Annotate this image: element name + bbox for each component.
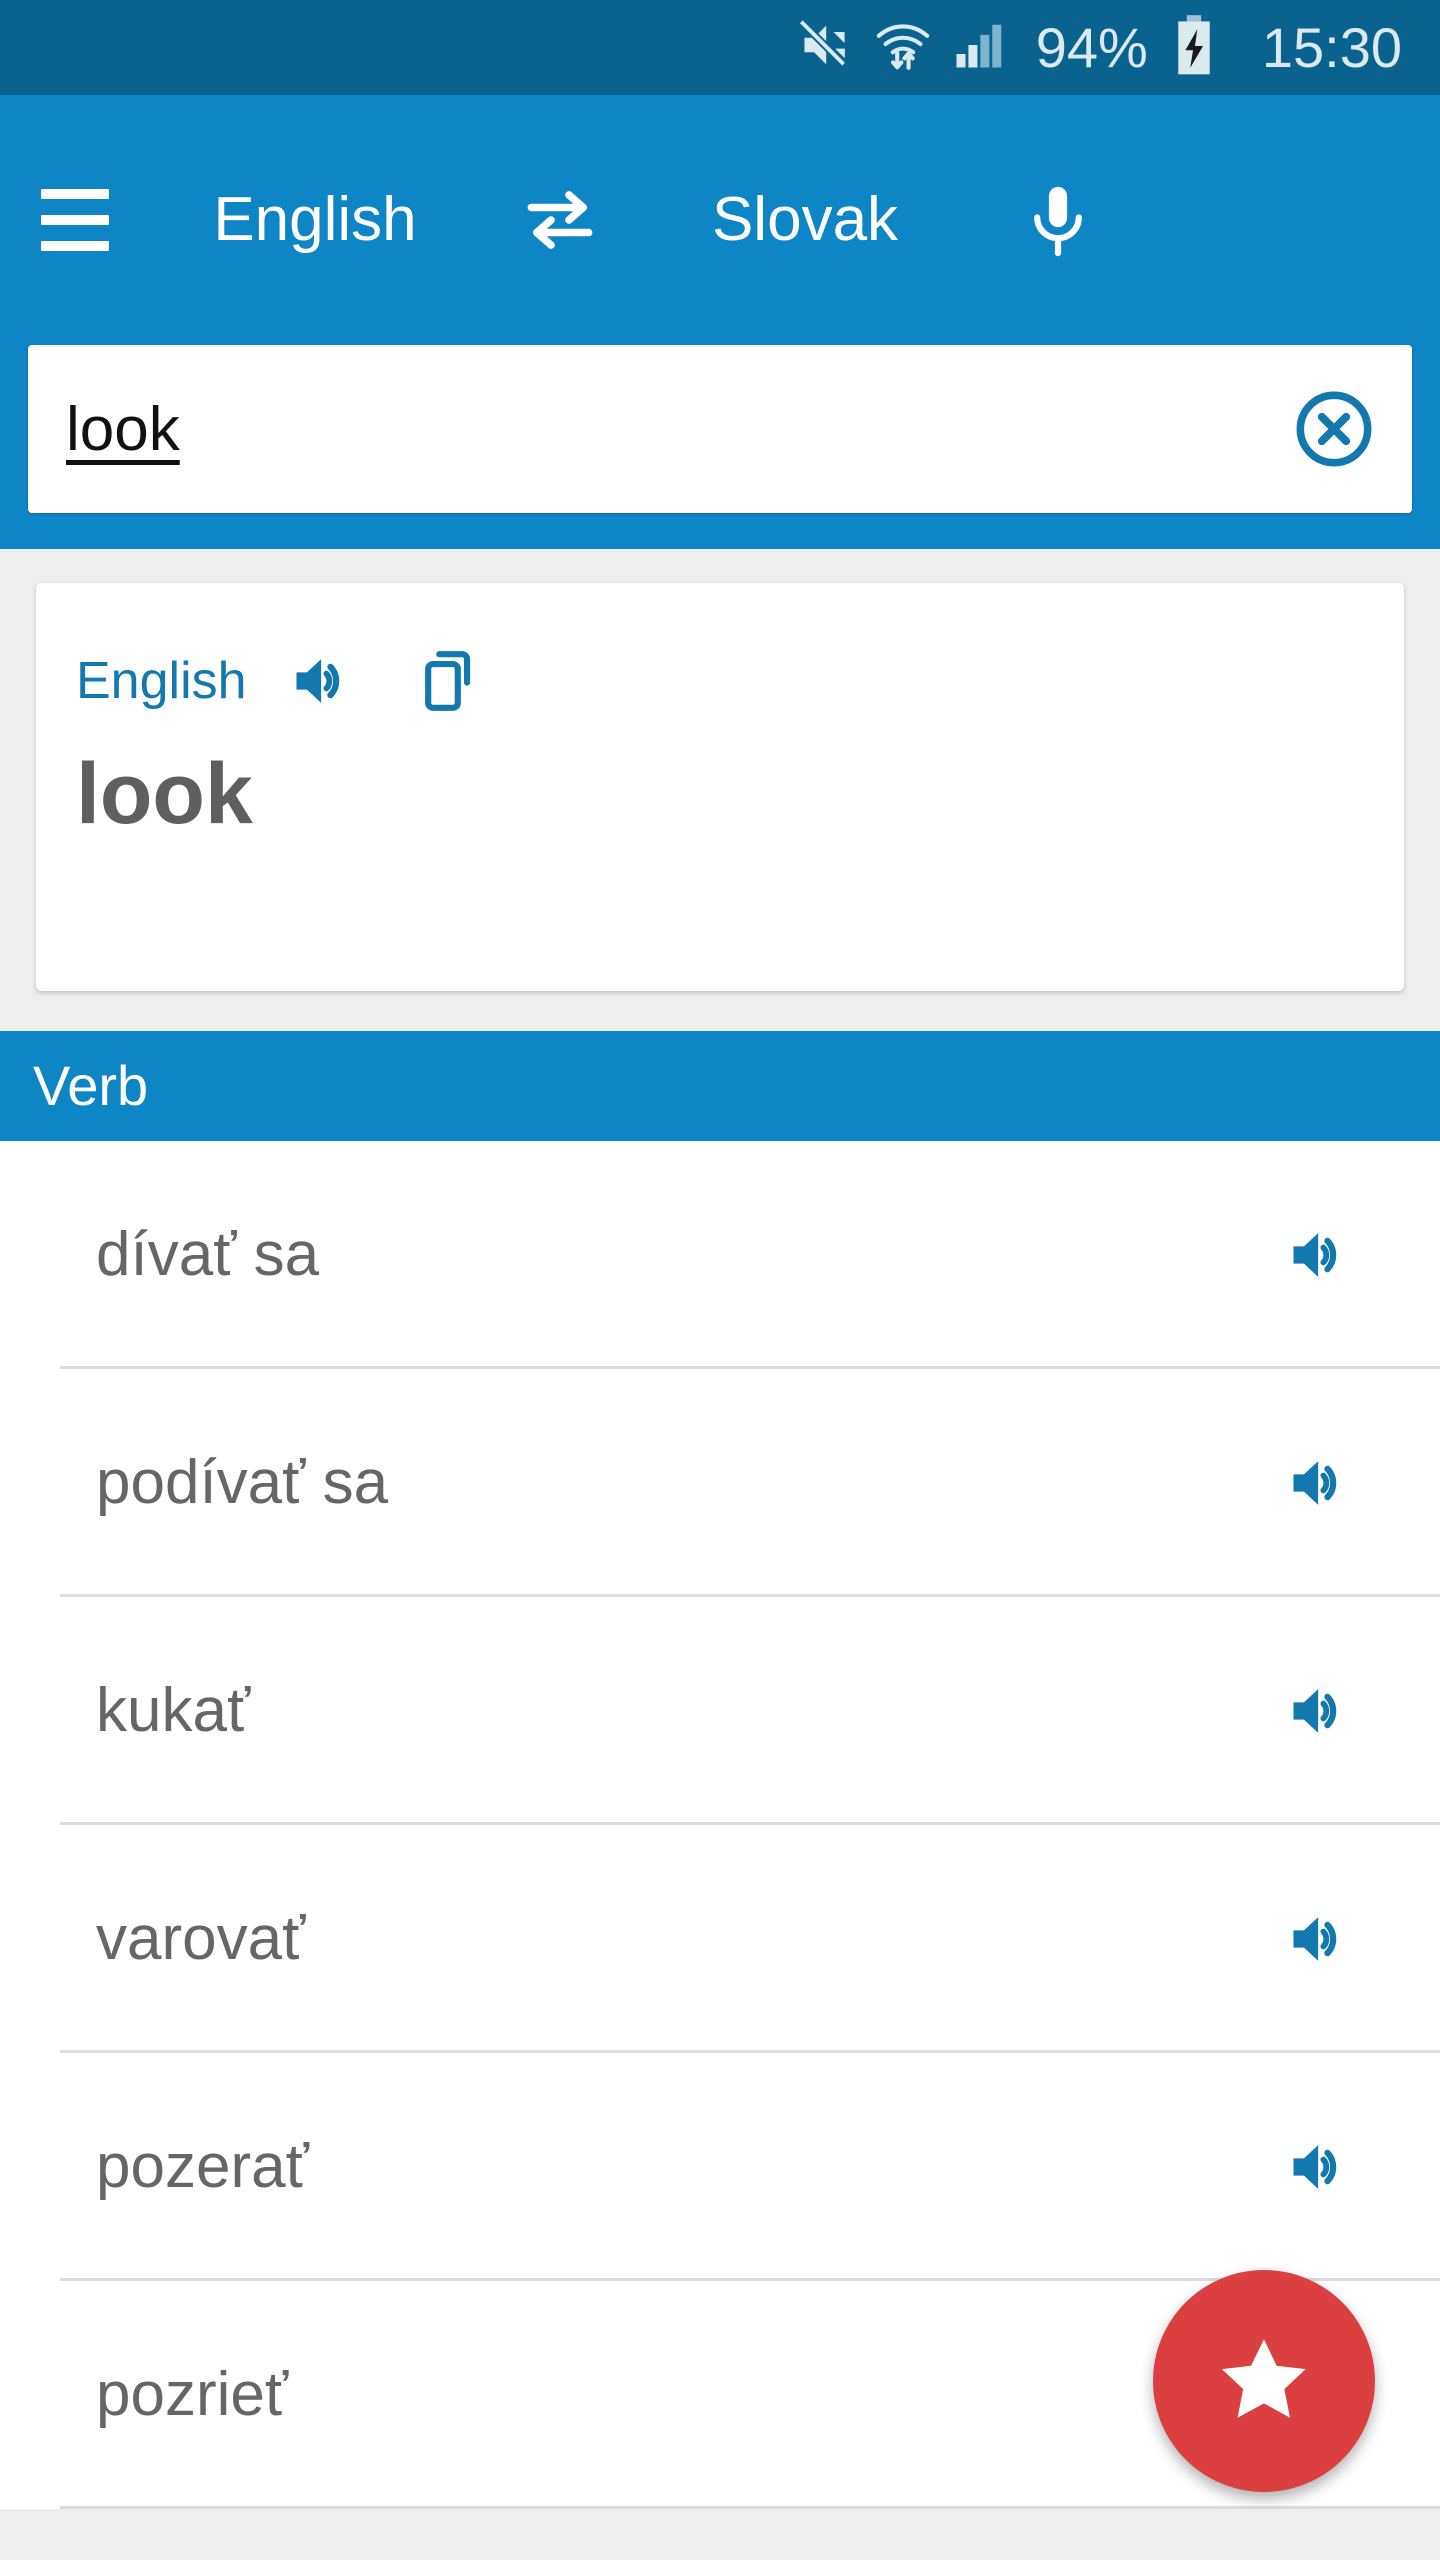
hamburger-menu-icon[interactable]	[0, 95, 150, 345]
battery-charging-icon	[1172, 14, 1216, 81]
results-section-title: Verb	[33, 1054, 149, 1117]
status-bar-icons: 94% 15:30	[796, 14, 1402, 81]
result-word: podívať sa	[96, 1448, 389, 1517]
result-word: varovať	[96, 1904, 306, 1973]
mute-icon	[796, 16, 854, 79]
star-icon	[1212, 2328, 1316, 2435]
speaker-icon[interactable]	[1272, 1891, 1368, 1987]
speaker-icon[interactable]	[1272, 1435, 1368, 1531]
source-card-language-label: English	[76, 652, 247, 710]
status-bar-clock: 15:30	[1261, 15, 1402, 79]
cellular-signal-icon	[952, 18, 1006, 77]
speaker-icon[interactable]	[1272, 1663, 1368, 1759]
battery-percent-label: 94%	[1035, 15, 1148, 79]
source-language-button[interactable]: English	[150, 189, 480, 251]
table-row[interactable]: kukať	[0, 1597, 1440, 1825]
table-row[interactable]: podívať sa	[0, 1369, 1440, 1597]
result-word: pozrieť	[96, 2360, 289, 2429]
result-word: dívať sa	[96, 1220, 320, 1289]
source-card-header: English	[36, 629, 1404, 733]
app-root: 94% 15:30 English Slovak look English lo…	[0, 0, 1440, 2560]
table-row[interactable]: varovať	[0, 1825, 1440, 2053]
target-language-button[interactable]: Slovak	[640, 189, 970, 251]
copy-icon[interactable]	[399, 629, 503, 733]
clear-circle-icon[interactable]	[1286, 381, 1382, 477]
result-word: pozerať	[96, 2132, 309, 2201]
search-box[interactable]	[28, 345, 1412, 513]
source-card-word: look	[76, 746, 253, 842]
microphone-icon[interactable]	[970, 181, 1145, 259]
speaker-icon[interactable]	[1272, 2119, 1368, 2215]
result-word: kukať	[96, 1676, 251, 1745]
source-card: English look	[36, 583, 1404, 991]
speaker-icon[interactable]	[1272, 1207, 1368, 1303]
table-row[interactable]: dívať sa	[0, 1141, 1440, 1369]
search-bar-container	[0, 345, 1440, 549]
table-row[interactable]: pozerať	[0, 2053, 1440, 2281]
swap-languages-icon[interactable]	[480, 177, 640, 263]
status-bar: 94% 15:30	[0, 0, 1440, 95]
results-section-header: Verb	[0, 1031, 1440, 1141]
wifi-transfer-icon	[874, 16, 932, 79]
favorites-fab-button[interactable]	[1153, 2270, 1375, 2492]
source-card-container: English look	[0, 549, 1440, 991]
search-input[interactable]	[66, 393, 1286, 465]
app-toolbar: English Slovak	[0, 95, 1440, 345]
speaker-icon[interactable]	[271, 629, 375, 733]
